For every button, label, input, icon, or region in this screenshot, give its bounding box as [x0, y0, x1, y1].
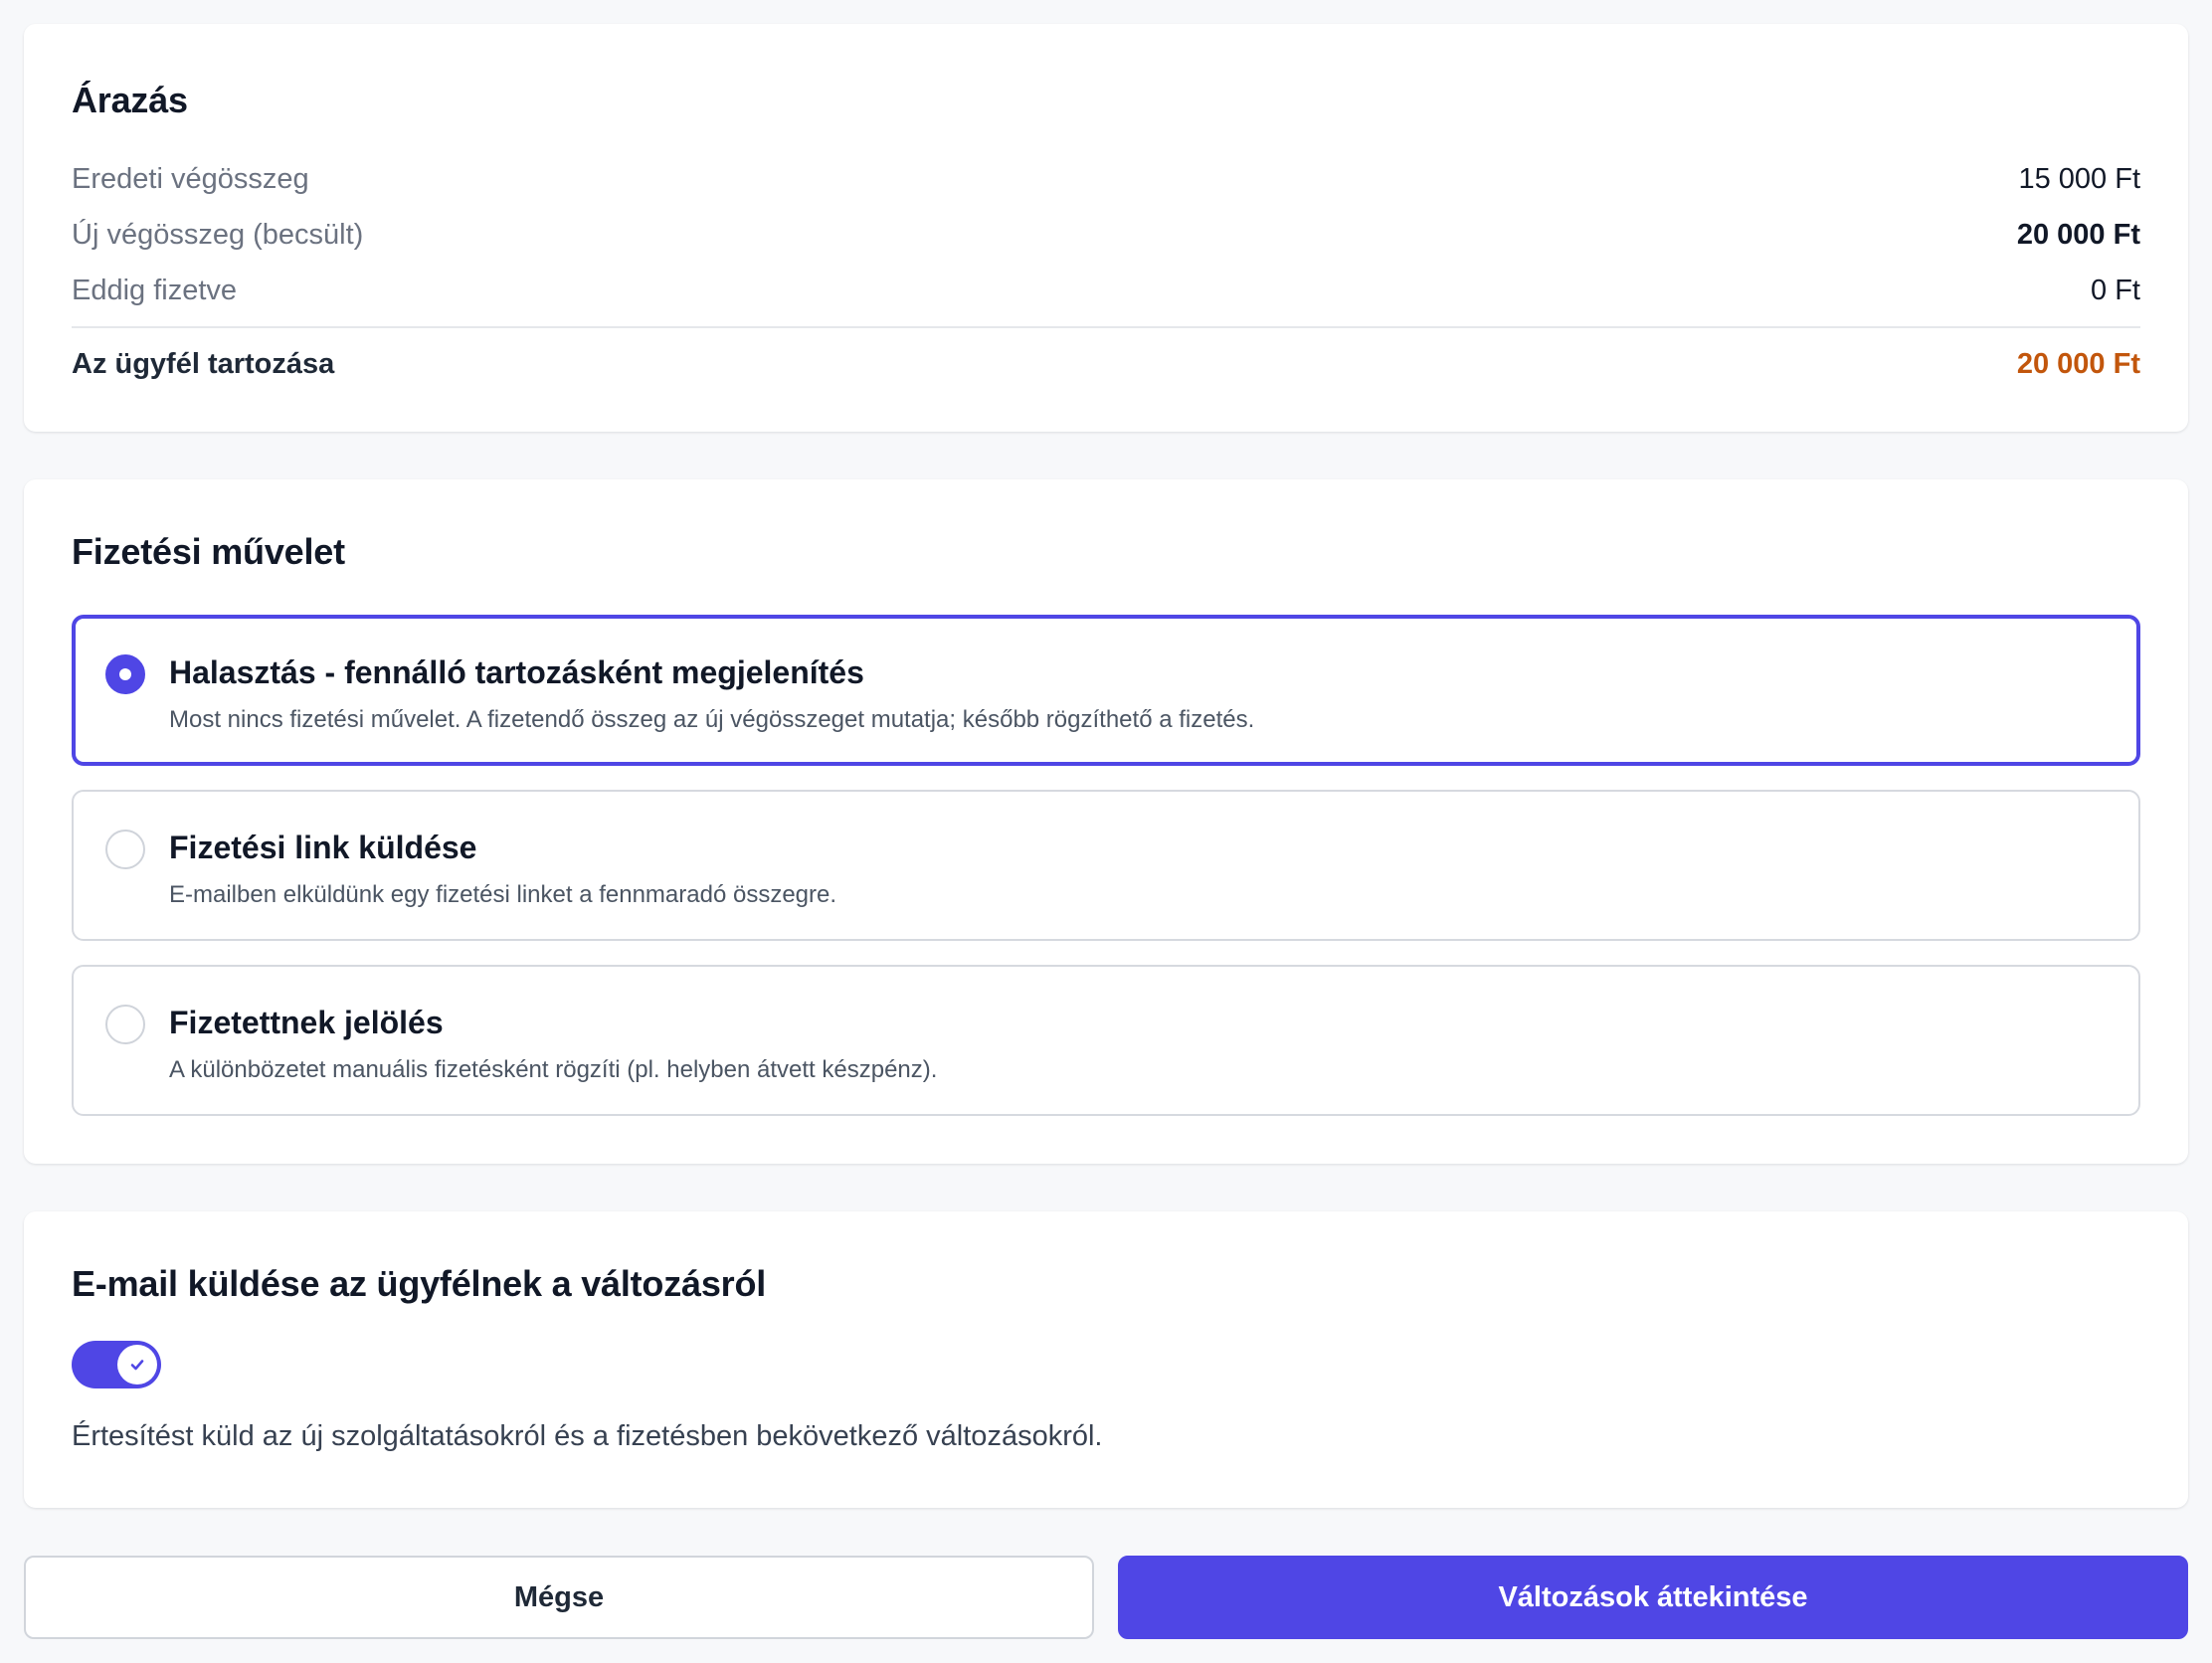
payment-option-defer[interactable]: Halasztás - fennálló tartozásként megjel… [72, 615, 2140, 766]
price-row-value: 15 000 Ft [2018, 162, 2140, 195]
payment-action-card: Fizetési művelet Halasztás - fennálló ta… [24, 479, 2188, 1164]
payment-option-send-link[interactable]: Fizetési link küldése E-mailben elküldün… [72, 790, 2140, 941]
email-notification-title: E-mail küldése az ügyfélnek a változásró… [72, 1263, 767, 1304]
price-row-new-total: Új végösszeg (becsült) 20 000 Ft [72, 215, 2140, 255]
price-row-value: 0 Ft [2091, 274, 2140, 306]
price-row-customer-debt: Az ügyfél tartozása 20 000 Ft [72, 344, 2140, 384]
email-notification-toggle[interactable] [72, 1341, 161, 1388]
payment-action-title: Fizetési művelet [72, 531, 345, 572]
payment-option-mark-paid[interactable]: Fizetettnek jelölés A különbözetet manuá… [72, 965, 2140, 1116]
toggle-knob [117, 1345, 157, 1385]
pricing-title: Árazás [72, 80, 188, 120]
price-row-label: Eredeti végösszeg [72, 162, 309, 195]
radio-selected-icon[interactable] [105, 654, 145, 694]
payment-option-title: Halasztás - fennálló tartozásként megjel… [169, 654, 864, 690]
payment-option-description: E-mailben elküldünk egy fizetési linket … [169, 881, 837, 908]
price-row-label: Eddig fizetve [72, 274, 238, 306]
cancel-button[interactable]: Mégse [24, 1556, 1094, 1639]
review-changes-button[interactable]: Változások áttekintése [1118, 1556, 2188, 1639]
price-row-paid-so-far: Eddig fizetve 0 Ft [72, 271, 2140, 310]
radio-unselected-icon[interactable] [105, 830, 145, 869]
pricing-card: Árazás Eredeti végösszeg 15 000 Ft Új vé… [24, 24, 2188, 432]
debt-label: Az ügyfél tartozása [72, 347, 335, 380]
payment-option-title: Fizetési link küldése [169, 830, 477, 865]
pricing-divider [72, 326, 2140, 328]
radio-unselected-icon[interactable] [105, 1005, 145, 1044]
payment-option-description: Most nincs fizetési művelet. A fizetendő… [169, 706, 1255, 733]
price-row-original-total: Eredeti végösszeg 15 000 Ft [72, 159, 2140, 199]
email-notification-description: Értesítést küld az új szolgáltatásokról … [72, 1420, 1103, 1452]
price-row-label: Új végösszeg (becsült) [72, 218, 364, 251]
debt-value: 20 000 Ft [2016, 347, 2140, 380]
check-icon [130, 1360, 144, 1371]
price-row-value: 20 000 Ft [2016, 218, 2140, 251]
payment-option-description: A különbözetet manuális fizetésként rögz… [169, 1056, 938, 1083]
payment-option-title: Fizetettnek jelölés [169, 1005, 444, 1040]
email-notification-card: E-mail küldése az ügyfélnek a változásró… [24, 1211, 2188, 1508]
